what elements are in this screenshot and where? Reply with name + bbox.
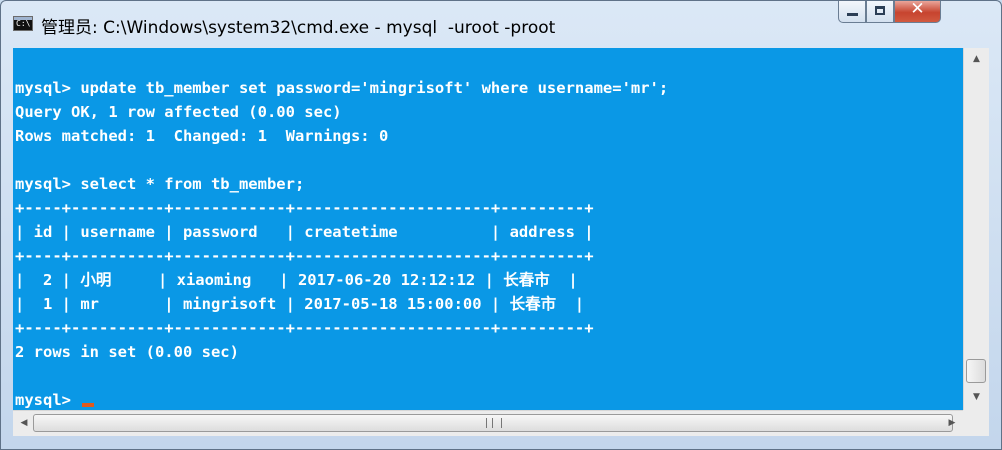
vertical-scroll-thumb[interactable] <box>966 359 986 383</box>
scroll-right-arrow-icon[interactable]: ▶ <box>943 414 961 432</box>
close-button[interactable]: ✕ <box>894 1 941 23</box>
scroll-up-arrow-icon[interactable]: ▲ <box>965 50 988 68</box>
console-line: | 1 | mr | mingrisoft | 2017-05-18 15:00… <box>15 295 585 313</box>
console-line: | 2 | 小明 | xiaoming | 2017-06-20 12:12:1… <box>15 271 578 289</box>
console-output[interactable]: mysql> update tb_member set password='mi… <box>13 48 963 410</box>
minimize-icon <box>847 13 858 16</box>
minimize-button[interactable] <box>838 1 866 23</box>
scroll-down-arrow-icon[interactable]: ▼ <box>965 388 988 406</box>
cmd-icon[interactable]: C:\ <box>13 16 33 31</box>
vertical-scrollbar[interactable]: ▲ ▼ <box>963 48 989 410</box>
horizontal-scrollbar[interactable]: ◀ ▶ <box>13 410 963 436</box>
console-line: Query OK, 1 row affected (0.00 sec) <box>15 103 342 121</box>
text-cursor <box>82 403 95 407</box>
console-line: +----+----------+------------+----------… <box>15 319 594 337</box>
console-line: mysql> update tb_member set password='mi… <box>15 79 669 97</box>
console-line: Rows matched: 1 Changed: 1 Warnings: 0 <box>15 127 389 145</box>
cmd-window: C:\ 管理员: C:\Windows\system32\cmd.exe - m… <box>0 0 1002 450</box>
scroll-left-arrow-icon[interactable]: ◀ <box>15 414 33 432</box>
prompt-text: mysql> <box>15 391 81 409</box>
console-line: +----+----------+------------+----------… <box>15 199 594 217</box>
close-icon: ✕ <box>910 0 925 19</box>
horizontal-scroll-thumb[interactable] <box>33 414 953 432</box>
title-bar[interactable]: C:\ 管理员: C:\Windows\system32\cmd.exe - m… <box>1 1 1001 47</box>
console-line: | id | username | password | createtime … <box>15 223 594 241</box>
maximize-icon <box>875 6 885 15</box>
console-line: 2 rows in set (0.00 sec) <box>15 343 239 361</box>
grip-icon <box>486 418 502 428</box>
maximize-button[interactable] <box>866 1 894 23</box>
window-title: 管理员: C:\Windows\system32\cmd.exe - mysql… <box>41 18 556 38</box>
prompt-line[interactable]: mysql> <box>15 388 668 410</box>
scrollbar-corner <box>963 410 989 436</box>
console-line: +----+----------+------------+----------… <box>15 247 594 265</box>
console-line: mysql> select * from tb_member; <box>15 175 305 193</box>
